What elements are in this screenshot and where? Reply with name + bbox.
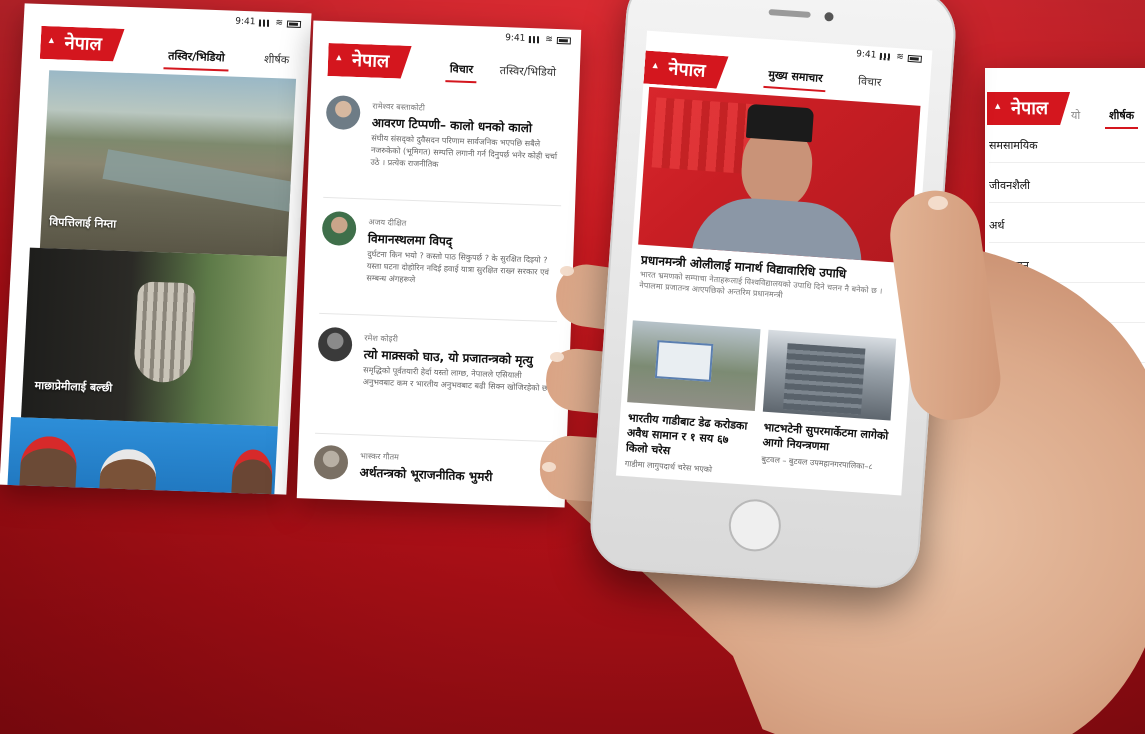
thumbnail xyxy=(928,196,948,210)
divider xyxy=(314,432,553,443)
truck xyxy=(654,340,714,382)
fish-bunch xyxy=(133,281,197,384)
author-name: रामेश्वर बस्ताकोटी xyxy=(372,101,426,113)
photo-fish[interactable]: माछाप्रेमीलाई बल्छी xyxy=(21,247,287,427)
opinion-title: विमानस्थलमा विपद् xyxy=(367,231,453,249)
tab-opinion[interactable]: विचार xyxy=(450,61,474,77)
battery-icon xyxy=(556,36,572,44)
divider xyxy=(323,196,562,207)
home-button[interactable] xyxy=(727,497,783,554)
photo-caption: विपत्तिलाई निम्ता xyxy=(48,215,117,231)
phone-speaker xyxy=(768,9,811,18)
building xyxy=(783,343,866,415)
author-name: अजय दीक्षित xyxy=(368,217,407,228)
opinion-excerpt: समृद्धिको पूर्वतयारी हेर्दा यस्तो लाग्छ,… xyxy=(362,365,554,394)
logo-triangle-icon: ▲ xyxy=(995,102,1001,110)
opinion-title: अर्थतन्त्रको भूराजनीतिक भुमरी xyxy=(359,465,493,484)
photo-team[interactable] xyxy=(6,417,278,495)
divider xyxy=(319,312,558,323)
fingernail xyxy=(560,266,574,276)
phone-camera-icon xyxy=(824,11,834,22)
status-time: 9:41 xyxy=(234,16,256,28)
photo-disaster[interactable]: विपत्तिलाई निम्ता xyxy=(39,70,297,257)
tab-top-news[interactable]: मुख्य समाचार xyxy=(768,67,823,86)
app-logo[interactable]: ▲ नेपाल xyxy=(643,51,728,90)
wifi-icon: ≋ xyxy=(545,34,554,45)
tab-photo-video[interactable]: तस्विर/भिडियो xyxy=(168,48,225,65)
tab-headlines[interactable]: शीर्षक xyxy=(264,52,290,68)
avatar xyxy=(317,326,353,363)
battery-icon xyxy=(907,54,923,63)
logo-triangle-icon: ▲ xyxy=(48,36,55,45)
opinion-item[interactable]: भास्कर गौतम अर्थतन्त्रको भूराजनीतिक भुमर… xyxy=(313,444,553,503)
signal-icon xyxy=(259,19,272,27)
category-item[interactable]: समसामयिक xyxy=(989,138,1038,153)
app-screen-opinion: 9:41 ≋ ▲ नेपाल विचार तस्विर/भिडियो रामेश… xyxy=(296,20,582,508)
opinion-item[interactable]: रामेश्वर बस्ताकोटी आवरण टिप्पणी– कालो धन… xyxy=(324,94,565,195)
divider xyxy=(989,242,1145,243)
category-item[interactable]: अर्थ xyxy=(989,218,1004,233)
avatar xyxy=(325,94,361,131)
phone-screen: 9:41 ≋ ▲ नेपाल मुख्य समाचार विचार प्रधान… xyxy=(615,30,933,496)
app-logo[interactable]: ▲ नेपाल xyxy=(987,92,1071,125)
signal-icon xyxy=(529,35,542,43)
avatar xyxy=(313,444,349,480)
logo-triangle-icon: ▲ xyxy=(336,53,342,62)
opinion-excerpt: दुर्घटना किन भयो ? कस्तो पाठ सिकुपर्छ ? … xyxy=(366,249,550,285)
app-screen-photos: 9:41 ≋ ▲ नेपाल तस्विर/भिडियो शीर्षक विपत… xyxy=(0,3,312,495)
photo-caption: माछाप्रेमीलाई बल्छी xyxy=(34,378,113,395)
tab-opinion[interactable]: विचार xyxy=(858,73,882,90)
status-bar: 9:41 ≋ xyxy=(505,33,572,45)
battery-icon xyxy=(286,19,302,28)
person-2 xyxy=(98,448,158,495)
app-logo[interactable]: ▲ नेपाल xyxy=(327,43,411,79)
photo-river xyxy=(102,149,295,212)
photo-prime-minister[interactable] xyxy=(638,86,921,264)
author-name: भास्कर गौतम xyxy=(360,451,400,462)
tab-headlines[interactable]: शीर्षक xyxy=(1104,108,1139,129)
pm-hat xyxy=(745,103,815,143)
logo-triangle-icon: ▲ xyxy=(652,61,659,70)
wifi-icon: ≋ xyxy=(895,52,905,63)
divider xyxy=(989,162,1145,163)
avatar xyxy=(321,210,357,247)
fingernail xyxy=(550,352,564,362)
opinion-excerpt: संघीय संसद्को दुवैसदन परिणाम सार्वजनिक भ… xyxy=(370,133,558,169)
app-logo[interactable]: ▲ नेपाल xyxy=(40,26,125,62)
status-bar: 9:41 ≋ xyxy=(856,49,923,64)
fingernail xyxy=(542,462,556,472)
pm-coat xyxy=(691,194,866,264)
divider xyxy=(989,202,1145,203)
opinion-item[interactable]: रमेश कोइरी त्यो माक्र्सको घाउ, यो प्रजात… xyxy=(315,326,556,433)
signal-icon xyxy=(880,52,893,61)
card-title[interactable]: भाटभटेनी सुपरमार्केटमा लागेको आगो नियन्त… xyxy=(762,420,894,459)
tab-photo-video[interactable]: तस्विर/भिडियो xyxy=(500,63,557,80)
wifi-icon: ≋ xyxy=(275,18,284,29)
person-3 xyxy=(230,448,274,495)
status-bar: 9:41 ≋ xyxy=(234,16,302,29)
category-item[interactable]: जीवनशैली xyxy=(989,178,1030,193)
opinion-item[interactable]: अजय दीक्षित विमानस्थलमा विपद् दुर्घटना क… xyxy=(320,210,561,311)
author-name: रमेश कोइरी xyxy=(364,333,399,344)
photo-truck[interactable] xyxy=(627,320,761,412)
tab-partial[interactable]: यो xyxy=(1071,108,1080,123)
card-title[interactable]: भारतीय गाडीबाट डेढ करोडका अवैध सामान र १… xyxy=(625,410,754,464)
photo-building[interactable] xyxy=(762,329,897,421)
